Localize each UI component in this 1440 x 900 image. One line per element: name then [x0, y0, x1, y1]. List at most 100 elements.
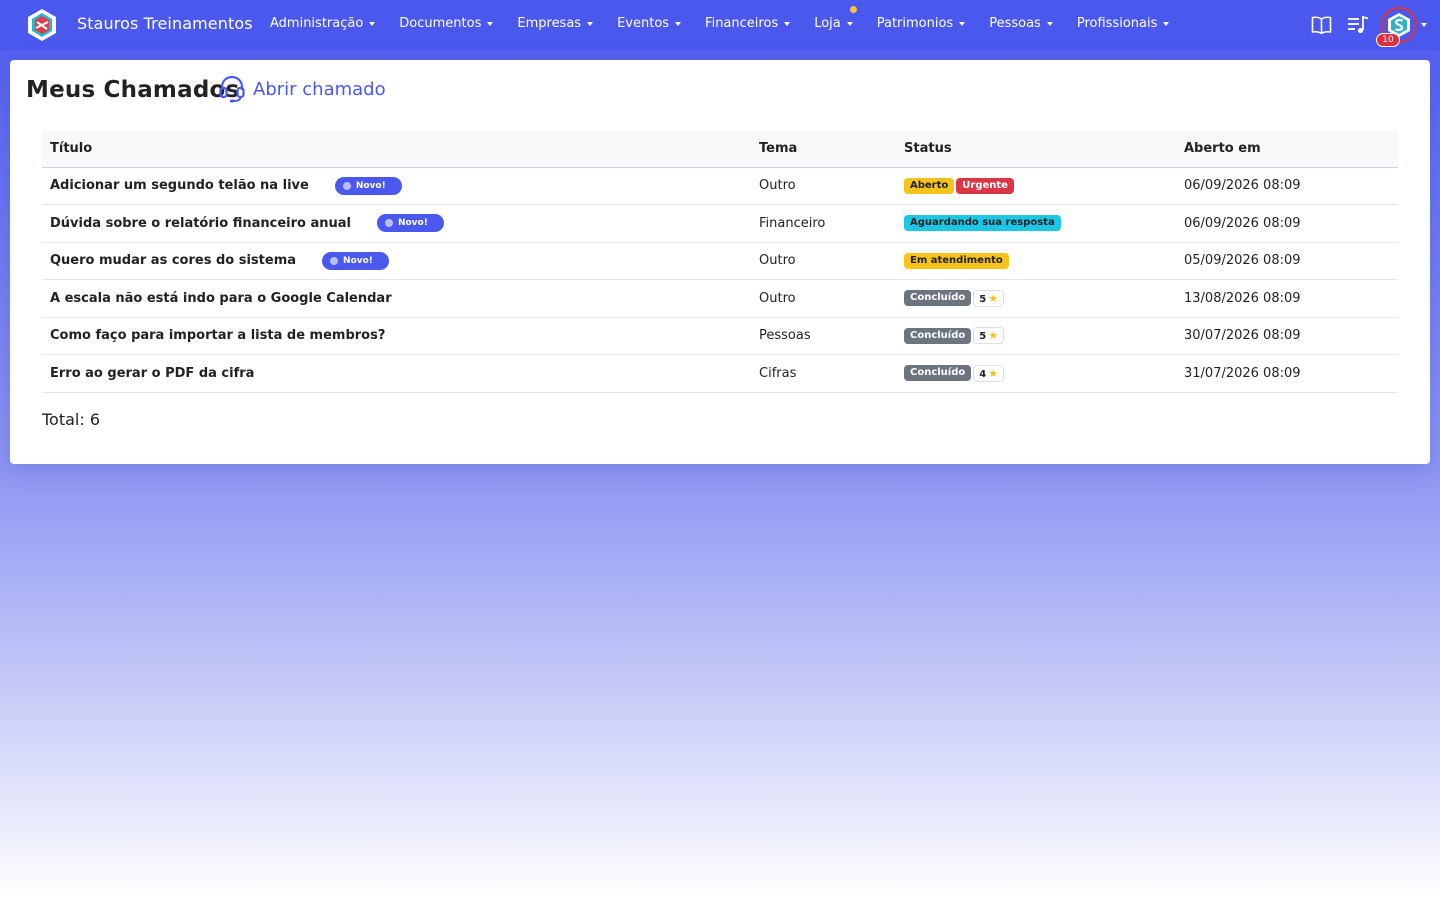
ticket-opened-date: 13/08/2026 08:09 — [1176, 279, 1398, 318]
rating-value: 5 — [979, 293, 987, 305]
total-count: Total: 6 — [42, 410, 101, 429]
caret-down-icon — [846, 21, 853, 26]
caret-down-icon — [959, 21, 966, 26]
ticket-status-cell: Concluído 4 ★ — [896, 354, 1176, 393]
new-badge: Novo! — [334, 176, 402, 195]
ticket-opened-date: 06/09/2026 08:09 — [1176, 204, 1398, 243]
new-badge: Novo! — [322, 251, 389, 270]
table-row[interactable]: A escala não está indo para o Google Cal… — [42, 279, 1398, 318]
new-badge: Novo! — [376, 214, 444, 233]
notification-count-badge: 10 — [1376, 33, 1400, 47]
nav-item-label: Eventos — [617, 16, 670, 31]
tickets-card: Meus Chamados Abrir chamado Título Tema … — [10, 60, 1430, 464]
table-row[interactable]: Dúvida sobre o relatório financeiro anua… — [42, 204, 1398, 243]
nav-item-label: Loja — [814, 16, 841, 31]
rating-badge: 5 ★ — [973, 327, 1005, 345]
book-open-icon[interactable] — [1311, 15, 1332, 39]
table-row[interactable]: Adicionar um segundo telão na live Novo! O… — [42, 167, 1398, 205]
page-title: Meus Chamados — [26, 77, 240, 103]
ticket-title[interactable]: Dúvida sobre o relatório financeiro anua… — [50, 216, 351, 231]
star-icon: ★ — [988, 366, 999, 380]
ticket-status-cell: Concluído 5 ★ — [896, 279, 1176, 318]
headset-icon — [219, 75, 245, 103]
ticket-status-cell: Aberto Urgente — [896, 167, 1176, 205]
stauros-logo-icon[interactable] — [25, 8, 59, 42]
ticket-theme: Pessoas — [751, 317, 896, 355]
ticket-title[interactable]: A escala não está indo para o Google Cal… — [50, 291, 392, 306]
caret-down-icon — [369, 21, 376, 26]
ticket-title[interactable]: Quero mudar as cores do sistema — [50, 253, 296, 268]
status-badge: Concluído — [904, 290, 972, 307]
column-header-status[interactable]: Status — [896, 131, 1176, 168]
nav-item-3[interactable]: Eventos — [617, 16, 682, 31]
ticket-title-cell: Quero mudar as cores do sistema Novo! — [42, 242, 751, 280]
ticket-status-cell: Aguardando sua resposta — [896, 204, 1176, 243]
nav-item-4[interactable]: Financeiros — [705, 16, 791, 31]
ticket-opened-date: 31/07/2026 08:09 — [1176, 354, 1398, 393]
new-badge-label: Novo! — [343, 255, 373, 266]
new-badge-label: Novo! — [397, 218, 428, 229]
nav-item-label: Profissionais — [1076, 16, 1158, 31]
open-ticket-button[interactable]: Abrir chamado — [219, 75, 386, 103]
status-badge: Concluído — [904, 327, 972, 344]
ticket-status-cell: Em atendimento — [896, 242, 1176, 280]
rating-badge: 5 ★ — [973, 289, 1005, 307]
nav-item-2[interactable]: Empresas — [517, 16, 594, 31]
status-badge: Aberto — [904, 177, 955, 194]
ticket-theme: Cifras — [751, 354, 896, 393]
nav-item-label: Pessoas — [989, 16, 1041, 31]
nav-item-7[interactable]: Pessoas — [989, 16, 1053, 31]
rating-badge: 4 ★ — [973, 364, 1005, 382]
table-row[interactable]: Erro ao gerar o PDF da cifra Cifras Conclu… — [42, 354, 1398, 393]
ticket-title[interactable]: Como faço para importar a lista de membr… — [50, 328, 385, 343]
ticket-title-cell: Adicionar um segundo telão na live Novo! — [42, 167, 751, 205]
nav-item-5[interactable]: Loja — [814, 6, 857, 31]
open-ticket-label: Abrir chamado — [253, 78, 386, 100]
ticket-opened-date: 06/09/2026 08:09 — [1176, 167, 1398, 205]
star-icon: ★ — [988, 291, 999, 305]
ticket-theme: Outro — [751, 279, 896, 318]
ticket-theme: Outro — [751, 167, 896, 205]
brand-name[interactable]: Stauros Treinamentos — [77, 14, 253, 33]
ticket-title-cell: Dúvida sobre o relatório financeiro anua… — [42, 204, 751, 243]
main-menu: Administração Documentos Empresas Eventos Fi… — [270, 6, 1193, 31]
music-list-icon[interactable] — [1347, 15, 1369, 39]
chevron-down-icon[interactable] — [1421, 23, 1427, 27]
ticket-title-cell: A escala não está indo para o Google Cal… — [42, 279, 751, 318]
ticket-title[interactable]: Erro ao gerar o PDF da cifra — [50, 366, 254, 381]
caret-down-icon — [587, 21, 594, 26]
caret-down-icon — [487, 21, 494, 26]
ticket-opened-date: 05/09/2026 08:09 — [1176, 242, 1398, 280]
ticket-title[interactable]: Adicionar um segundo telão na live — [50, 178, 309, 193]
dot-icon — [342, 181, 351, 190]
rating-value: 4 — [979, 368, 987, 380]
ticket-theme: Outro — [751, 242, 896, 280]
ticket-status-cell: Concluído 5 ★ — [896, 317, 1176, 355]
ticket-opened-date: 30/07/2026 08:09 — [1176, 317, 1398, 355]
status-badge: Aguardando sua resposta — [904, 215, 1061, 232]
status-badge: Concluído — [904, 365, 972, 382]
column-header-title[interactable]: Título — [42, 131, 751, 168]
table-row[interactable]: Quero mudar as cores do sistema Novo! Outr… — [42, 242, 1398, 280]
column-header-theme[interactable]: Tema — [751, 131, 896, 168]
ticket-theme: Financeiro — [751, 204, 896, 243]
caret-down-icon — [1046, 21, 1053, 26]
dot-icon — [384, 219, 393, 228]
tickets-table: Título Tema Status Aberto em Adicionar u… — [42, 131, 1398, 393]
nav-item-label: Patrimonios — [876, 16, 954, 31]
nav-item-8[interactable]: Profissionais — [1077, 16, 1170, 31]
notification-dot-icon — [849, 6, 857, 13]
nav-item-label: Empresas — [517, 16, 582, 31]
table-header-row: Título Tema Status Aberto em — [42, 131, 1398, 168]
caret-down-icon — [1163, 21, 1170, 26]
status-badge: Em atendimento — [904, 252, 1009, 269]
column-header-opened[interactable]: Aberto em — [1176, 131, 1398, 168]
nav-item-1[interactable]: Documentos — [399, 16, 494, 31]
ticket-title-cell: Como faço para importar a lista de membr… — [42, 317, 751, 355]
caret-down-icon — [675, 21, 682, 26]
new-badge-label: Novo! — [355, 180, 386, 191]
status-badge: Urgente — [956, 177, 1014, 194]
nav-item-6[interactable]: Patrimonios — [876, 16, 966, 31]
nav-item-0[interactable]: Administração — [270, 16, 376, 31]
table-row[interactable]: Como faço para importar a lista de membr… — [42, 317, 1398, 355]
